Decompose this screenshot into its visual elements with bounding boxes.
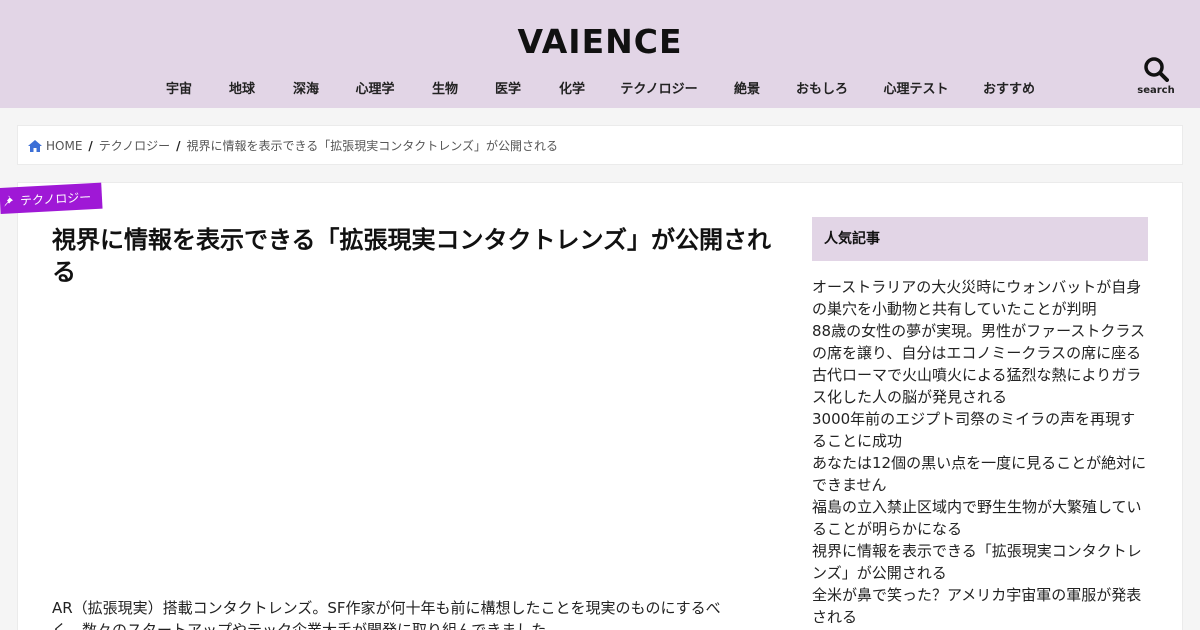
breadcrumb-category[interactable]: テクノロジー (99, 137, 170, 154)
article-body-line: く、数々のスタートアップやテック企業大手が開発に取り組んできました。 (52, 621, 562, 630)
nav-item-medicine[interactable]: 医学 (495, 78, 521, 97)
popular-item[interactable]: 福島の立入禁止区域内で野生生物が大繁殖していることが明らかになる (812, 496, 1148, 540)
nav-item-technology[interactable]: テクノロジー (620, 78, 697, 97)
popular-item[interactable]: オーストラリアの大火災時にウォンバットが自身の巣穴を小動物と共有していたことが判… (812, 276, 1148, 320)
popular-widget-title: 人気記事 (812, 217, 1148, 261)
nav-item-recommended[interactable]: おすすめ (983, 78, 1035, 97)
breadcrumb-separator: / (88, 138, 93, 153)
nav-item-deep-sea[interactable]: 深海 (293, 78, 319, 97)
nav-item-scenery[interactable]: 絶景 (734, 78, 760, 97)
popular-list: オーストラリアの大火災時にウォンバットが自身の巣穴を小動物と共有していたことが判… (812, 276, 1148, 628)
search-label: search (1137, 85, 1175, 96)
popular-item[interactable]: 視界に情報を表示できる「拡張現実コンタクトレンズ」が公開される (812, 540, 1148, 584)
site-header: VAIENCE 宇宙 地球 深海 心理学 生物 医学 化学 テクノロジー 絶景 … (0, 0, 1200, 108)
article-title: 視界に情報を表示できる「拡張現実コンタクトレンズ」が公開される (52, 226, 772, 286)
nav-item-chemistry[interactable]: 化学 (559, 78, 585, 97)
search-icon (1144, 57, 1169, 82)
nav-item-space[interactable]: 宇宙 (166, 78, 192, 97)
popular-item[interactable]: 88歳の女性の夢が実現。男性がファーストクラスの席を譲り、自分はエコノミークラス… (812, 320, 1148, 364)
breadcrumb-current: 視界に情報を表示できる「拡張現実コンタクトレンズ」が公開される (186, 139, 558, 153)
nav-item-biology[interactable]: 生物 (432, 78, 458, 97)
home-icon (28, 139, 42, 152)
category-badge-label: テクノロジー (19, 189, 92, 208)
breadcrumb-home[interactable]: HOME (46, 139, 82, 153)
popular-item[interactable]: あなたは12個の黒い点を一度に見ることが絶対にできません (812, 452, 1148, 496)
site-logo[interactable]: VAIENCE (0, 22, 1200, 61)
breadcrumb-separator: / (176, 138, 181, 153)
popular-item[interactable]: 3000年前のエジプト司祭のミイラの声を再現することに成功 (812, 408, 1148, 452)
pin-icon (4, 195, 13, 207)
nav-item-psychology[interactable]: 心理学 (355, 78, 394, 97)
article-body-line: AR（拡張現実）搭載コンタクトレンズ。SF作家が何十年も前に構想したことを現実の… (52, 599, 721, 617)
nav-item-earth[interactable]: 地球 (229, 78, 255, 97)
popular-item[interactable]: 古代ローマで火山噴火による猛烈な熱によりガラス化した人の脳が発見される (812, 364, 1148, 408)
search-button[interactable]: search (1130, 56, 1182, 100)
breadcrumb: HOME / テクノロジー / 視界に情報を表示できる「拡張現実コンタクトレンズ… (17, 125, 1183, 165)
global-nav: 宇宙 地球 深海 心理学 生物 医学 化学 テクノロジー 絶景 おもしろ 心理テ… (0, 78, 1200, 98)
nav-item-funny[interactable]: おもしろ (796, 78, 848, 97)
category-badge[interactable]: テクノロジー (0, 182, 103, 214)
popular-item[interactable]: 全米が鼻で笑った？アメリカ宇宙軍の軍服が発表される (812, 584, 1148, 628)
article-body: AR（拡張現実）搭載コンタクトレンズ。SF作家が何十年も前に構想したことを現実の… (52, 597, 776, 630)
nav-item-psych-test[interactable]: 心理テスト (883, 78, 948, 97)
